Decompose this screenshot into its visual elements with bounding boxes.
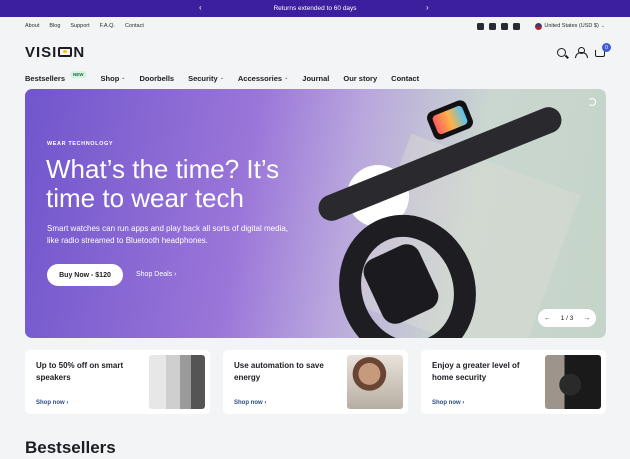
account-icon[interactable] [575,46,588,58]
shop-deals-link[interactable]: Shop Deals › [136,271,176,278]
shop-now-link[interactable]: Shop now › [234,400,266,406]
arrow-left-icon[interactable]: ← [544,315,551,322]
nav-label: Shop [100,73,120,83]
nav-label: Security [188,73,218,83]
promo-card-title: Enjoy a greater level of home security [432,361,520,382]
utility-bar: About Blog Support F.A.Q. Contact United… [0,17,630,35]
facebook-icon[interactable] [477,22,485,30]
arrow-right-icon[interactable]: → [584,315,591,322]
nav-item-accessories[interactable]: Accessories ⌄ [238,74,288,83]
chevron-down-icon: ⌄ [284,75,289,81]
utility-link-contact[interactable]: Contact [125,23,144,29]
slide-pager: ← 1 / 3 → [538,309,596,327]
promo-card-title: Use automation to save energy [234,361,324,382]
nav-label: Our story [343,73,378,83]
nav-item-shop[interactable]: Shop ⌄ [101,74,126,83]
nav-label: Journal [302,73,330,83]
logo[interactable]: VISI N [25,44,85,61]
utility-link-faq[interactable]: F.A.Q. [100,23,115,29]
smart-speakers-image [149,355,205,409]
watch-face-image [424,98,476,142]
cart-count-badge: 0 [602,43,611,52]
tiktok-icon[interactable] [513,22,521,30]
promo-card-title: Up to 50% off on smart speakers [36,361,124,382]
main-nav: Bestsellers NEW Shop ⌄ Doorbells Securit… [0,69,630,87]
currency-label: United States (USD $) [544,23,599,29]
announcement-bar: ‹ Returns extended to 60 days › [0,0,630,17]
twitter-icon[interactable] [489,22,497,30]
search-icon[interactable] [557,47,566,57]
utility-link-support[interactable]: Support [70,23,89,29]
promo-cards: Up to 50% off on smart speakers Shop now… [25,350,606,414]
nav-label: Contact [391,73,420,83]
chevron-down-icon: ⌄ [600,23,605,29]
instagram-icon[interactable] [501,22,509,30]
shop-now-link[interactable]: Shop now › [36,400,68,406]
autoplay-indicator-icon [588,98,596,106]
announcement-prev-arrow[interactable]: ‹ [199,3,202,12]
nav-item-doorbells[interactable]: Doorbells [139,74,174,83]
nav-item-bestsellers[interactable]: Bestsellers NEW [25,70,87,83]
promo-card-speakers[interactable]: Up to 50% off on smart speakers Shop now… [25,350,210,414]
nav-item-contact[interactable]: Contact [391,74,419,83]
woman-with-phone-image [347,355,403,409]
nav-item-our-story[interactable]: Our story [343,74,377,83]
nav-item-journal[interactable]: Journal [302,74,329,83]
slide-counter: 1 / 3 [560,314,574,322]
buy-now-button[interactable]: Buy Now - $120 [47,264,123,286]
cart-icon[interactable]: 0 [595,43,611,57]
smart-lock-image [545,355,601,409]
new-badge: NEW [70,70,87,78]
utility-link-about[interactable]: About [25,23,39,29]
hero-slide: WEAR TECHNOLOGY What’s the time? It’s ti… [25,89,606,338]
hero-description: Smart watches can run apps and play back… [47,224,289,245]
nav-label: Doorbells [139,73,175,83]
promo-card-automation[interactable]: Use automation to save energy Shop now › [223,350,408,414]
us-flag-icon [535,22,543,30]
announcement-text: Returns extended to 60 days [273,5,357,12]
nav-label: Bestsellers [25,73,66,83]
utility-link-blog[interactable]: Blog [49,23,60,29]
chevron-down-icon: ⌄ [219,75,224,81]
site-header: VISI N 0 [0,35,630,69]
nav-item-security[interactable]: Security ⌄ [188,74,224,83]
promo-card-security[interactable]: Enjoy a greater level of home security S… [421,350,606,414]
nav-label: Accessories [237,73,283,83]
hero-eyebrow: WEAR TECHNOLOGY [47,141,114,147]
chevron-down-icon: ⌄ [121,75,126,81]
currency-selector[interactable]: United States (USD $) ⌄ [525,22,605,30]
hero-title: What’s the time? It’s time to wear tech [46,154,280,213]
shop-now-link[interactable]: Shop now › [432,400,464,406]
announcement-next-arrow[interactable]: › [426,3,429,12]
bestsellers-heading: Bestsellers [25,438,116,457]
